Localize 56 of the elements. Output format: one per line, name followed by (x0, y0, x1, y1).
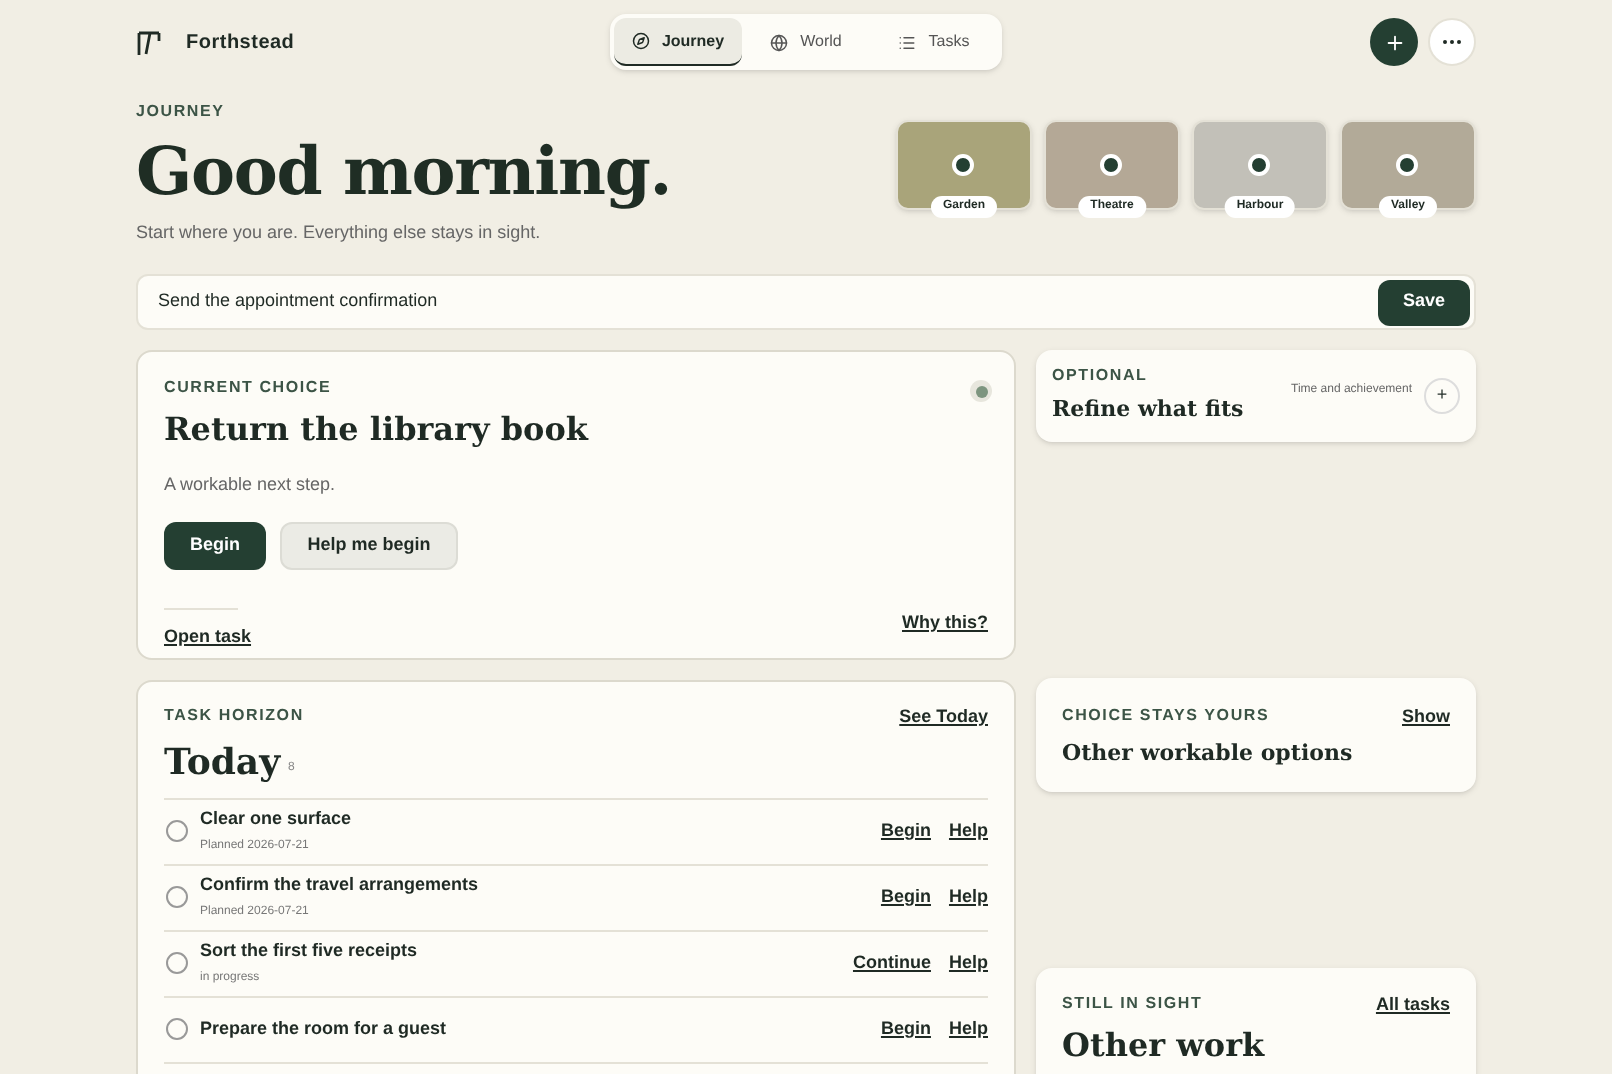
nav-tab[interactable]: Journey (614, 18, 742, 66)
task-action-link[interactable]: Begin (880, 817, 931, 845)
task-help-link[interactable]: Help (948, 817, 988, 845)
task-title: Sort the first five receipts (200, 938, 420, 965)
open-task-link[interactable]: Open task (164, 623, 252, 650)
subtitle: Start where you are. Everything else stays in sight. (136, 220, 543, 246)
choice-card-title: Other workable options (1062, 737, 1355, 769)
task-help-link[interactable]: Help (948, 949, 988, 977)
photo-placeholder[interactable] (1340, 120, 1476, 210)
list-icon (898, 33, 917, 51)
eyebrow-label: CURRENT CHOICE (164, 376, 332, 400)
see-today-link[interactable]: See Today (899, 704, 988, 731)
brand-name: Forthstead (186, 29, 295, 57)
eyebrow-label: OPTIONAL (1052, 364, 1148, 389)
logo-icon (136, 29, 162, 55)
task-action-link[interactable]: Continue (852, 949, 931, 977)
other-work-title: Other work (1062, 1023, 1267, 1067)
add-button[interactable] (1370, 18, 1418, 66)
capture-text: Send the appointment confirmation (158, 288, 440, 315)
capture-field[interactable]: Send the appointment confirmation Save (136, 274, 1476, 330)
choice-note: A workable next step. (164, 472, 338, 498)
eyebrow-label: CHOICE STAYS YOURS (1062, 704, 1270, 728)
task-checkbox[interactable] (166, 820, 188, 842)
task-checkbox[interactable] (166, 886, 188, 908)
all-tasks-link[interactable]: All tasks (1375, 992, 1450, 1019)
eyebrow-label: JOURNEY (136, 100, 225, 124)
help-button[interactable]: Help me begin (280, 521, 458, 569)
task-title: Clear one surface (200, 806, 354, 833)
save-button[interactable]: Save (1378, 279, 1470, 325)
task-title: Prepare the room for a guest (200, 1015, 449, 1042)
task-checkbox[interactable] (166, 1018, 188, 1040)
task-action-link[interactable]: Begin (880, 883, 931, 911)
nav-tab[interactable]: World (742, 18, 870, 66)
expand-button[interactable]: + (1424, 378, 1460, 414)
globe-icon (770, 33, 789, 51)
photo-placeholder[interactable] (896, 120, 1032, 210)
show-link[interactable]: Show (1402, 704, 1450, 731)
greeting-heading: Good morning. (136, 130, 674, 214)
compass-icon (631, 32, 650, 50)
choice-title: Return the library book (164, 408, 591, 452)
horizon-title: Today (164, 739, 281, 787)
photo-placeholder[interactable] (1192, 120, 1328, 210)
task-title: Confirm the travel arrangements (200, 872, 481, 899)
task-help-link[interactable]: Help (948, 883, 988, 911)
task-checkbox[interactable] (166, 952, 188, 974)
task-help-link[interactable]: Help (948, 1015, 988, 1043)
plus-icon (1383, 31, 1405, 53)
nav-tab[interactable]: Tasks (870, 18, 998, 66)
optional-title: Refine what fits (1052, 394, 1246, 427)
eyebrow-label: STILL IN SIGHT (1062, 992, 1203, 1016)
eyebrow-label: TASK HORIZON (164, 704, 304, 728)
task-action-link[interactable]: Begin (880, 1015, 931, 1043)
photo-placeholder[interactable] (1044, 120, 1180, 210)
begin-button[interactable]: Begin (164, 521, 266, 569)
status-dot-icon (970, 380, 992, 402)
why-link[interactable]: Why this? (902, 609, 988, 636)
